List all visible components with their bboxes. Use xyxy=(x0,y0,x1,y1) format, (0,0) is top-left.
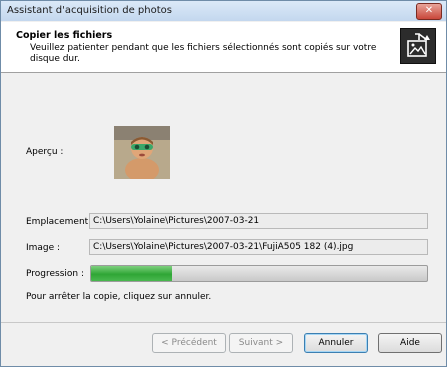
page-description: Veuillez patienter pendant que les fichi… xyxy=(30,43,377,64)
close-button[interactable]: ✕ xyxy=(416,3,442,20)
photo-import-icon xyxy=(400,28,436,64)
image-label: Image : xyxy=(26,243,61,253)
window-title: Assistant d'acquisition de photos xyxy=(7,5,172,16)
location-field: C:\Users\Yolaine\Pictures\2007-03-21 xyxy=(89,213,428,229)
page-heading: Copier les fichiers xyxy=(16,30,113,41)
progress-label: Progression : xyxy=(26,269,85,279)
image-field: C:\Users\Yolaine\Pictures\2007-03-21\Fuj… xyxy=(89,239,428,255)
help-button[interactable]: Aide xyxy=(378,333,442,353)
location-label: Emplacement : xyxy=(26,217,95,227)
close-icon: ✕ xyxy=(424,5,434,16)
wizard-window: Assistant d'acquisition de photos ✕ Copi… xyxy=(0,0,447,367)
footer-divider xyxy=(1,322,446,323)
progress-fill xyxy=(91,266,172,281)
cancel-button[interactable]: Annuler xyxy=(304,333,368,353)
cancel-hint: Pour arrêter la copie, cliquez sur annul… xyxy=(26,292,212,302)
title-bar[interactable]: Assistant d'acquisition de photos ✕ xyxy=(1,1,446,21)
previous-button[interactable]: < Précédent xyxy=(152,333,226,353)
next-button[interactable]: Suivant > xyxy=(229,333,293,353)
copy-progress-bar xyxy=(90,265,428,282)
preview-label: Aperçu : xyxy=(26,147,64,157)
wizard-header: Copier les fichiers Veuillez patienter p… xyxy=(1,22,446,73)
preview-thumbnail xyxy=(114,126,170,179)
